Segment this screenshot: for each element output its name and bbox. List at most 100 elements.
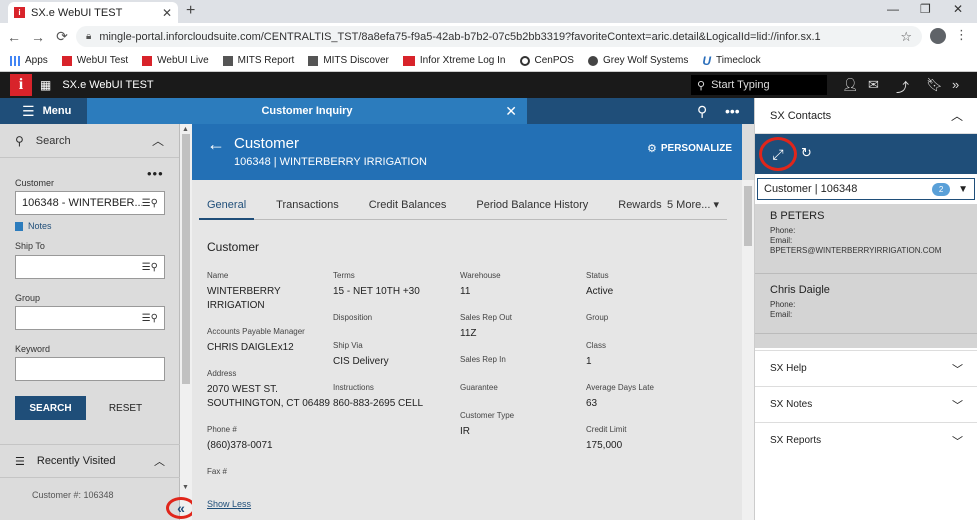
sx-help-section[interactable]: SX Help ﹀ <box>755 350 977 386</box>
bookmark-apps[interactable]: Apps <box>10 55 48 66</box>
window-close-icon[interactable]: ✕ <box>953 2 963 16</box>
tab-credit-balances[interactable]: Credit Balances <box>369 191 447 219</box>
close-icon[interactable]: ✕ <box>505 103 517 120</box>
credit-limit-value: 175,000 <box>586 440 623 451</box>
bookmark-infor-xtreme[interactable]: Infor Xtreme Log In <box>402 55 506 66</box>
mail-icon[interactable]: ✉ <box>868 77 879 93</box>
search-button[interactable]: SEARCH <box>15 396 86 420</box>
bookmark-icon[interactable]: 🔖︎ <box>926 77 943 93</box>
contact-list: B PETERS Phone: Email: BPETERS@WINTERBER… <box>755 204 977 348</box>
bookmark-star-icon[interactable]: ☆ <box>900 29 912 45</box>
scroll-thumb[interactable] <box>182 134 190 384</box>
contact-email[interactable]: BPETERS@WINTERBERRYIRRIGATION.COM <box>770 246 963 256</box>
lookup-icon[interactable]: ☰⚲ <box>142 262 158 273</box>
status-value: Active <box>586 286 614 297</box>
dropdown-arrow-icon: ▼ <box>958 183 968 195</box>
main-scrollbar[interactable] <box>742 180 754 520</box>
infor-icon <box>61 55 72 66</box>
scroll-thumb[interactable] <box>744 186 752 246</box>
restore-icon[interactable]: ❐ <box>920 2 931 16</box>
contact-source-select[interactable]: Customer | 106348 2 ▼ <box>757 178 975 200</box>
user-icon[interactable]: 👤︎ <box>842 77 859 93</box>
chevron-up-icon[interactable]: ︿ <box>154 453 165 469</box>
minimize-icon[interactable]: — <box>887 2 899 16</box>
chevron-up-icon[interactable]: ︿ <box>152 132 164 149</box>
menu-label: Menu <box>42 105 72 117</box>
forward-icon[interactable]: → <box>28 29 48 45</box>
document-icon <box>308 55 319 66</box>
tab-general[interactable]: General <box>198 191 255 220</box>
guarantee-label: Guarantee <box>460 383 498 392</box>
u-logo-icon: U <box>702 53 712 68</box>
more-tabs-dropdown[interactable]: 5 More... ▾ <box>667 198 719 211</box>
reset-button[interactable]: RESET <box>98 396 153 420</box>
url-field[interactable]: 🔒︎ mingle-portal.inforcloudsuite.com/CEN… <box>76 26 922 47</box>
instructions-value: 860-883-2695 CELL <box>333 398 424 409</box>
menu-button[interactable]: ☰ Menu <box>0 98 87 124</box>
shipto-label: Ship To <box>15 241 45 251</box>
more-tabs-label: 5 More... <box>667 199 711 211</box>
list-item[interactable]: B PETERS Phone: Email: BPETERS@WINTERBER… <box>755 204 977 274</box>
left-scrollbar[interactable]: ▲ ▼ <box>180 124 192 520</box>
chevron-down-icon: ▾ <box>713 199 719 211</box>
bookmark-webui-test[interactable]: WebUI Test <box>61 55 128 66</box>
detail-tabs: General Transactions Credit Balances Per… <box>198 190 727 220</box>
refresh-icon[interactable]: ↻ <box>801 145 812 161</box>
shipto-input[interactable]: ☰⚲ <box>15 255 165 279</box>
expand-icon[interactable]: ⤢ <box>759 137 797 171</box>
bookmark-cenpos[interactable]: CenPOS <box>519 55 574 66</box>
bookmark-webui-live[interactable]: WebUI Live <box>142 55 209 66</box>
customer-input[interactable]: 106348 - WINTERBER... ☰⚲ <box>15 191 165 215</box>
back-arrow-icon[interactable]: ← <box>207 134 225 155</box>
reload-icon[interactable]: ⟳ <box>52 28 72 45</box>
more-options-icon[interactable]: ••• <box>725 103 740 119</box>
bookmark-mits-report[interactable]: MITS Report <box>222 55 295 66</box>
group-label: Group <box>15 293 41 303</box>
group-input[interactable]: ☰⚲ <box>15 306 165 330</box>
more-options-icon[interactable]: ••• <box>147 166 164 181</box>
notes-link[interactable]: Notes <box>15 221 52 231</box>
back-icon[interactable]: ← <box>4 29 24 45</box>
tab-rewards[interactable]: Rewards <box>618 191 661 219</box>
shipvia-label: Ship Via <box>333 341 363 350</box>
show-less-link[interactable]: Show Less <box>207 499 251 509</box>
recently-visited-header[interactable]: ☰ Recently Visited ︿ <box>0 444 180 478</box>
new-tab-icon[interactable]: + <box>186 2 195 20</box>
tab-customer-inquiry[interactable]: Customer Inquiry ✕ <box>87 98 527 124</box>
scroll-up-icon[interactable]: ▲ <box>182 126 189 133</box>
contacts-panel: SX Contacts ︿ ⤢ ↻ Customer | 106348 2 ▼ … <box>754 98 977 520</box>
profile-avatar[interactable] <box>930 28 946 44</box>
tab-period-balance-history[interactable]: Period Balance History <box>476 191 588 219</box>
scroll-down-icon[interactable]: ▼ <box>182 484 189 491</box>
bookmark-label: Apps <box>25 55 48 66</box>
browser-tab[interactable]: i SX.e WebUI TEST ✕ <box>8 2 178 23</box>
app-launcher-icon[interactable]: ▦ <box>40 78 51 92</box>
search-panel-header[interactable]: ⚲ Search ︿ <box>0 124 179 158</box>
global-search-input[interactable]: ⚲ Start Typing <box>691 75 827 95</box>
list-item[interactable]: Chris Daigle Phone: Email: <box>755 278 977 334</box>
search-icon[interactable]: ⚲ <box>697 103 707 120</box>
avg-days-late-label: Average Days Late <box>586 383 654 392</box>
terms-value: 15 - NET 10TH +30 <box>333 286 420 297</box>
tab-close-icon[interactable]: ✕ <box>162 6 172 20</box>
tab-transactions[interactable]: Transactions <box>276 191 339 219</box>
expand-panel-icon[interactable]: » <box>952 77 959 92</box>
browser-menu-icon[interactable]: ⋮ <box>955 27 968 43</box>
sx-reports-section[interactable]: SX Reports ﹀ <box>755 422 977 458</box>
recent-item[interactable]: Customer #: 106348 <box>32 490 114 500</box>
infor-logo-icon[interactable]: i <box>10 74 32 96</box>
lookup-icon[interactable]: ☰⚲ <box>142 313 158 324</box>
share-icon[interactable]: ⤴ <box>896 77 909 96</box>
personalize-button[interactable]: ⚙ PERSONALIZE <box>647 142 732 155</box>
infor-icon <box>142 55 153 66</box>
bookmark-mits-discover[interactable]: MITS Discover <box>308 55 389 66</box>
sx-notes-section[interactable]: SX Notes ﹀ <box>755 386 977 422</box>
contacts-panel-header[interactable]: SX Contacts ︿ <box>755 98 977 134</box>
chevron-up-icon[interactable]: ︿ <box>951 107 963 124</box>
bookmark-timeclock[interactable]: U Timeclock <box>702 54 760 68</box>
lookup-icon[interactable]: ☰⚲ <box>142 198 158 209</box>
bookmark-grey-wolf[interactable]: Grey Wolf Systems <box>587 55 688 66</box>
bookmark-label: MITS Report <box>237 55 295 66</box>
keyword-input[interactable] <box>15 357 165 381</box>
sales-rep-out-value: 11Z <box>460 328 477 339</box>
